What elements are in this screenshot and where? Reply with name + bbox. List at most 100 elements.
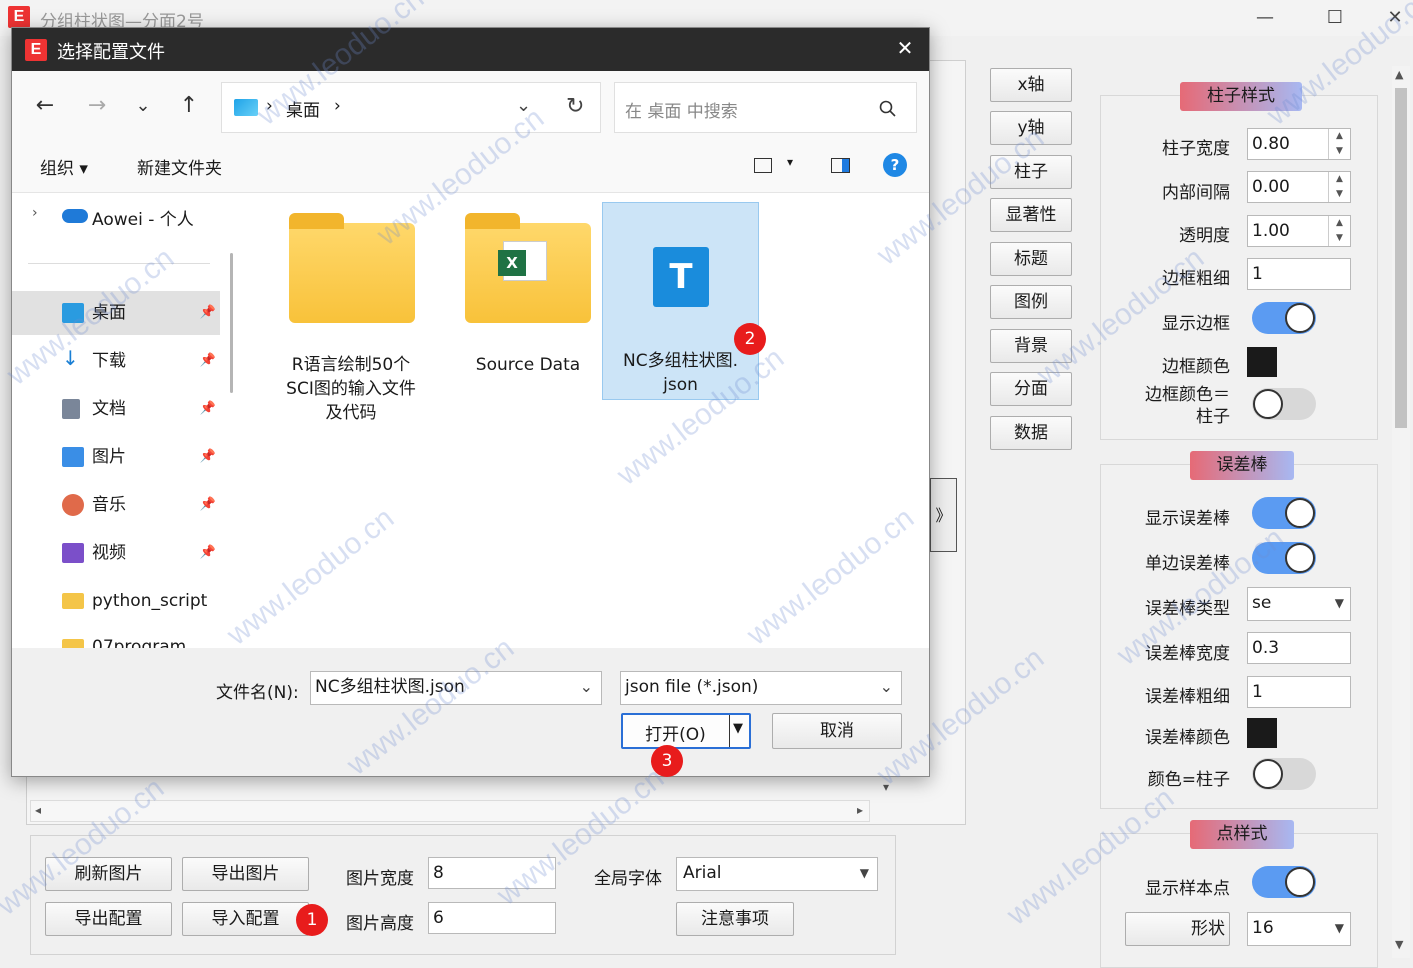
scroll-left-icon[interactable]: ◂ [35,803,41,817]
bar-width-value: 0.80 [1252,134,1290,154]
pin-icon[interactable]: 📌 [200,387,216,431]
right-scrollbar[interactable]: ▲ ▼ [1392,66,1410,958]
view-mode-icon[interactable] [754,158,772,173]
scroll-thumb[interactable] [1395,88,1407,428]
inner-gap-spinner[interactable]: ▲ ▼ [1328,172,1350,202]
tab-legend[interactable]: 图例 [990,285,1072,319]
export-image-button[interactable]: 导出图片 [182,857,309,891]
filename-input[interactable]: NC多组柱状图.json ⌄ [310,671,602,705]
image-height-input[interactable]: 6 [428,902,556,934]
single-side-toggle[interactable] [1252,542,1316,574]
search-input[interactable]: 在 桌面 中搜索 [625,97,738,122]
show-points-toggle[interactable] [1252,866,1316,898]
pin-icon[interactable]: 📌 [200,531,216,575]
border-eq-bar-toggle[interactable] [1252,388,1316,420]
step-badge-2: 2 [734,323,766,355]
onedrive-item[interactable]: Aowei - 个人 [92,205,194,230]
scroll-down-arrow-icon[interactable]: ▼ [1395,938,1403,951]
horizontal-scrollbar[interactable]: ◂ ▸ [30,800,870,822]
export-config-button[interactable]: 导出配置 [45,902,172,936]
alpha-input[interactable]: 1.00 ▲ ▼ [1247,215,1351,247]
file-item-source-data[interactable]: X Source Data [442,203,614,433]
notes-button[interactable]: 注意事项 [676,902,794,936]
sidebar-item-07program[interactable]: 07program [12,625,220,648]
show-border-toggle[interactable] [1252,302,1316,334]
alpha-spinner[interactable]: ▲ ▼ [1328,216,1350,246]
pin-icon[interactable]: 📌 [200,291,216,335]
global-font-select[interactable]: Arial ▼ [676,857,878,891]
close-button[interactable]: ✕ [1375,4,1413,32]
cancel-button[interactable]: 取消 [772,713,902,749]
sidebar-scrollbar[interactable] [230,253,233,393]
minimize-button[interactable]: — [1245,4,1285,32]
show-error-bar-toggle[interactable] [1252,497,1316,529]
onedrive-icon [62,209,88,223]
sidebar-item-downloads[interactable]: ↓ 下载 📌 [12,339,220,383]
error-color-swatch[interactable] [1247,718,1277,748]
image-width-input[interactable]: 8 [428,857,556,889]
import-config-button[interactable]: 导入配置 [182,902,309,936]
breadcrumb-current[interactable]: 桌面 [286,96,320,121]
expand-chevron-icon[interactable]: › [32,205,38,221]
search-box[interactable]: 在 桌面 中搜索 [614,82,917,133]
open-button[interactable]: 打开(O) ▼ [621,713,751,749]
bar-width-input[interactable]: 0.80 ▲ ▼ [1247,128,1351,160]
tab-background[interactable]: 背景 [990,329,1072,363]
color-eq-bar-toggle[interactable] [1252,758,1316,790]
filetype-select[interactable]: json file (*.json) ⌄ [620,671,902,705]
scroll-right-icon[interactable]: ▸ [857,803,863,817]
pin-icon[interactable]: 📌 [200,483,216,527]
border-width-input[interactable]: 1 [1247,258,1351,290]
back-icon[interactable]: ← [30,91,60,121]
bar-width-spinner[interactable]: ▲ ▼ [1328,129,1350,159]
collapse-handle[interactable]: 》 [930,478,957,552]
file-item-folder-r[interactable]: R语言绘制50个 SCI图的输入文件 及代码 [266,203,436,433]
preview-pane-icon[interactable] [831,158,850,173]
recent-locations-icon[interactable]: ⌄ [128,91,158,121]
pin-icon[interactable]: 📌 [200,435,216,479]
shape-select[interactable]: 16 ▼ [1247,912,1351,946]
error-width-label: 误差棒宽度 [1145,644,1230,664]
chevron-down-icon[interactable]: ⌄ [580,672,593,702]
inner-gap-input[interactable]: 0.00 ▲ ▼ [1247,171,1351,203]
pin-icon[interactable]: 📌 [200,339,216,383]
sidebar-item-videos[interactable]: 视频 📌 [12,531,220,575]
new-folder-button[interactable]: 新建文件夹 [137,154,222,179]
tab-x-axis[interactable]: x轴 [990,68,1072,102]
sidebar-item-documents[interactable]: 文档 📌 [12,387,220,431]
view-mode-dropdown[interactable]: ▾ [787,155,793,169]
address-bar[interactable]: › 桌面 › ⌄ ↻ [221,82,601,133]
up-folder-icon[interactable]: ↑ [174,91,204,121]
refresh-icon[interactable]: ↻ [566,94,584,119]
error-width-input[interactable]: 0.3 [1247,632,1351,664]
sidebar-item-python-script[interactable]: python_script [12,579,220,623]
error-type-select[interactable]: se ▼ [1247,587,1351,621]
tab-significance[interactable]: 显著性 [990,198,1072,232]
scroll-down-icon[interactable]: ▾ [878,780,894,800]
organize-button[interactable]: 组织 ▾ [40,154,88,179]
help-icon[interactable]: ? [883,153,907,177]
sidebar-item-music[interactable]: 音乐 📌 [12,483,220,527]
music-icon [62,494,84,516]
tab-y-axis[interactable]: y轴 [990,111,1072,145]
tab-facet[interactable]: 分面 [990,372,1072,406]
tab-data[interactable]: 数据 [990,416,1072,450]
file-list: R语言绘制50个 SCI图的输入文件 及代码 X Source Data T N… [246,193,929,648]
dialog-close-icon[interactable]: ✕ [890,36,920,60]
file-item-nc-json[interactable]: T NC多组柱状图. json [602,202,759,400]
sidebar-item-pictures[interactable]: 图片 📌 [12,435,220,479]
show-points-label: 显示样本点 [1145,879,1230,899]
refresh-image-button[interactable]: 刷新图片 [45,857,172,891]
scroll-up-icon[interactable]: ▲ [1395,68,1403,81]
error-thickness-input[interactable]: 1 [1247,676,1351,708]
tab-title[interactable]: 标题 [990,242,1072,276]
sidebar-item-desktop[interactable]: 桌面 📌 [12,291,220,335]
forward-icon[interactable]: → [82,91,112,121]
open-dropdown-icon[interactable]: ▼ [733,721,743,736]
address-dropdown-icon[interactable]: ⌄ [516,95,531,116]
shape-button[interactable]: 形状 [1125,912,1230,946]
tab-bars[interactable]: 柱子 [990,155,1072,189]
breadcrumb-chevron[interactable]: › [334,96,341,116]
border-color-swatch[interactable] [1247,347,1277,377]
maximize-button[interactable]: ☐ [1315,4,1355,32]
